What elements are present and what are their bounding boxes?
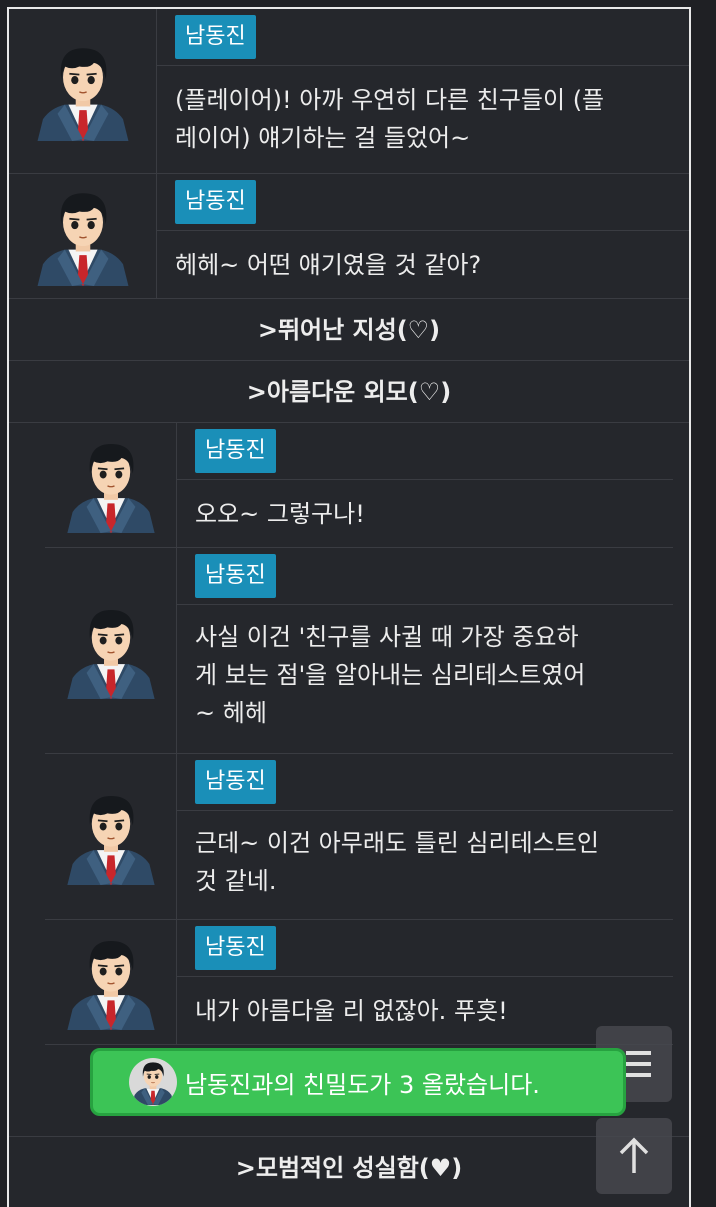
avatar	[45, 548, 177, 753]
avatar	[45, 754, 177, 919]
speaker-name-tag: 남동진	[195, 429, 276, 473]
student-avatar-icon	[66, 437, 156, 533]
student-avatar-icon	[66, 789, 156, 885]
avatar	[129, 1058, 177, 1106]
message-text: 헤헤~ 어떤 얘기였을 것 같아?	[175, 251, 482, 279]
speaker-name-tag: 남동진	[195, 554, 276, 598]
message-row: 남동진 근데~ 이건 아무래도 틀린 심리테스트인 것 같네.	[45, 754, 673, 920]
speaker-name-tag: 남동진	[195, 926, 276, 970]
message-row: 남동진 내가 아름다울 리 없잖아. 푸흣!	[45, 920, 673, 1045]
student-avatar-icon	[35, 186, 131, 286]
student-avatar-icon	[66, 603, 156, 699]
message-text: 내가 아름다울 리 없잖아. 푸흣!	[195, 997, 508, 1025]
choice-option-intellect[interactable]: >뛰어난 지성(♡)	[9, 299, 689, 361]
message-row: 남동진 사실 이건 '친구를 사귈 때 가장 중요하 게 보는 점'을 알아내는…	[45, 548, 673, 754]
student-avatar-icon	[132, 1059, 174, 1105]
message-text: 사실 이건 '친구를 사귈 때 가장 중요하 게 보는 점'을 알아내는 심리테…	[195, 623, 586, 727]
speaker-name-tag: 남동진	[175, 180, 256, 224]
message-text: 근데~ 이건 아무래도 틀린 심리테스트인 것 같네.	[195, 829, 599, 895]
avatar	[9, 9, 157, 173]
speaker-name-tag: 남동진	[175, 15, 256, 59]
affinity-toast: 남동진과의 친밀도가 3 올랐습니다.	[90, 1048, 626, 1116]
message-row: 남동진 헤헤~ 어떤 얘기였을 것 같아?	[9, 174, 689, 299]
message-text: (플레이어)! 아까 우연히 다른 친구들이 (플 레이어) 얘기하는 걸 들었…	[175, 86, 605, 152]
arrow-up-icon	[619, 1137, 649, 1173]
toast-message: 남동진과의 친밀도가 3 올랐습니다.	[185, 1070, 540, 1099]
chat-window: 남동진 (플레이어)! 아까 우연히 다른 친구들이 (플 레이어) 얘기하는 …	[7, 7, 691, 1207]
student-avatar-icon	[66, 934, 156, 1030]
avatar	[45, 920, 177, 1044]
choice-option-appearance[interactable]: >아름다운 외모(♡)	[9, 361, 689, 423]
avatar	[9, 174, 157, 298]
message-text: 오오~ 그렇구나!	[195, 500, 365, 528]
scroll-top-button[interactable]	[596, 1118, 672, 1194]
message-row: 남동진 (플레이어)! 아까 우연히 다른 친구들이 (플 레이어) 얘기하는 …	[9, 9, 689, 174]
message-row: 남동진 오오~ 그렇구나!	[45, 423, 673, 548]
speaker-name-tag: 남동진	[195, 760, 276, 804]
choice-option-diligence[interactable]: >모범적인 성실함(♥)	[9, 1137, 689, 1199]
avatar	[45, 423, 177, 547]
student-avatar-icon	[35, 41, 131, 141]
